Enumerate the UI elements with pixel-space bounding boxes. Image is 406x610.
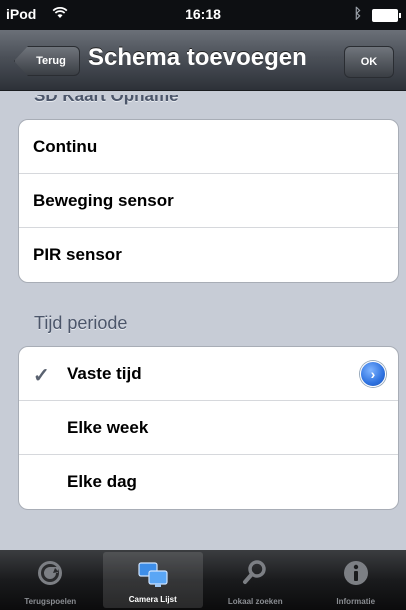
search-icon [205, 558, 306, 588]
playback-icon [0, 558, 101, 588]
ok-button[interactable]: OK [344, 46, 394, 78]
tab-playback[interactable]: Terugspoelen [0, 550, 101, 610]
tab-local-search[interactable]: Lokaal zoeken [205, 550, 306, 610]
option-label: Continu [33, 136, 98, 156]
option-continu[interactable]: Continu [19, 120, 398, 174]
checkmark-icon: ✓ [33, 365, 50, 387]
disclosure-button-icon[interactable]: › [360, 361, 386, 387]
option-every-day[interactable]: Elke dag [19, 455, 398, 509]
option-motion-sensor[interactable]: Beweging sensor [19, 174, 398, 228]
tab-label: Terugspoelen [24, 597, 77, 606]
option-label: Elke week [67, 417, 149, 437]
tab-label: Camera Lijst [128, 595, 177, 604]
option-label: PIR sensor [33, 245, 122, 264]
option-label: Vaste tijd [67, 363, 142, 383]
section-header-time-period: Tijd periode [34, 313, 128, 333]
option-label: Elke dag [67, 472, 137, 491]
info-icon [306, 558, 406, 588]
recording-options-group: Continu Beweging sensor PIR sensor [18, 119, 399, 283]
back-button[interactable]: Terug [14, 46, 80, 76]
battery-icon [372, 9, 401, 22]
tab-label: Lokaal zoeken [227, 597, 283, 606]
option-fixed-time[interactable]: ✓ Vaste tijd › [19, 347, 398, 401]
bluetooth-icon: ᛒ [353, 5, 362, 21]
tab-bar: Terugspoelen Camera Lijst Lokaal zoeken [0, 550, 406, 610]
tab-information[interactable]: Informatie [306, 550, 406, 610]
option-pir-sensor[interactable]: PIR sensor [19, 228, 398, 282]
tab-label: Informatie [336, 597, 376, 606]
status-time: 16:18 [185, 6, 221, 22]
tab-camera-list[interactable]: Camera Lijst [102, 552, 204, 608]
option-every-week[interactable]: Elke week [19, 401, 398, 455]
option-label: Beweging sensor [33, 190, 174, 210]
status-bar: iPod 16:18 ᛒ [0, 0, 406, 30]
page-title: Schema toevoegen [88, 44, 307, 71]
time-period-group: ✓ Vaste tijd › Elke week Elke dag [18, 346, 399, 510]
navigation-bar: Terug Schema toevoegen OK [0, 30, 406, 91]
camera-list-icon [103, 560, 204, 590]
